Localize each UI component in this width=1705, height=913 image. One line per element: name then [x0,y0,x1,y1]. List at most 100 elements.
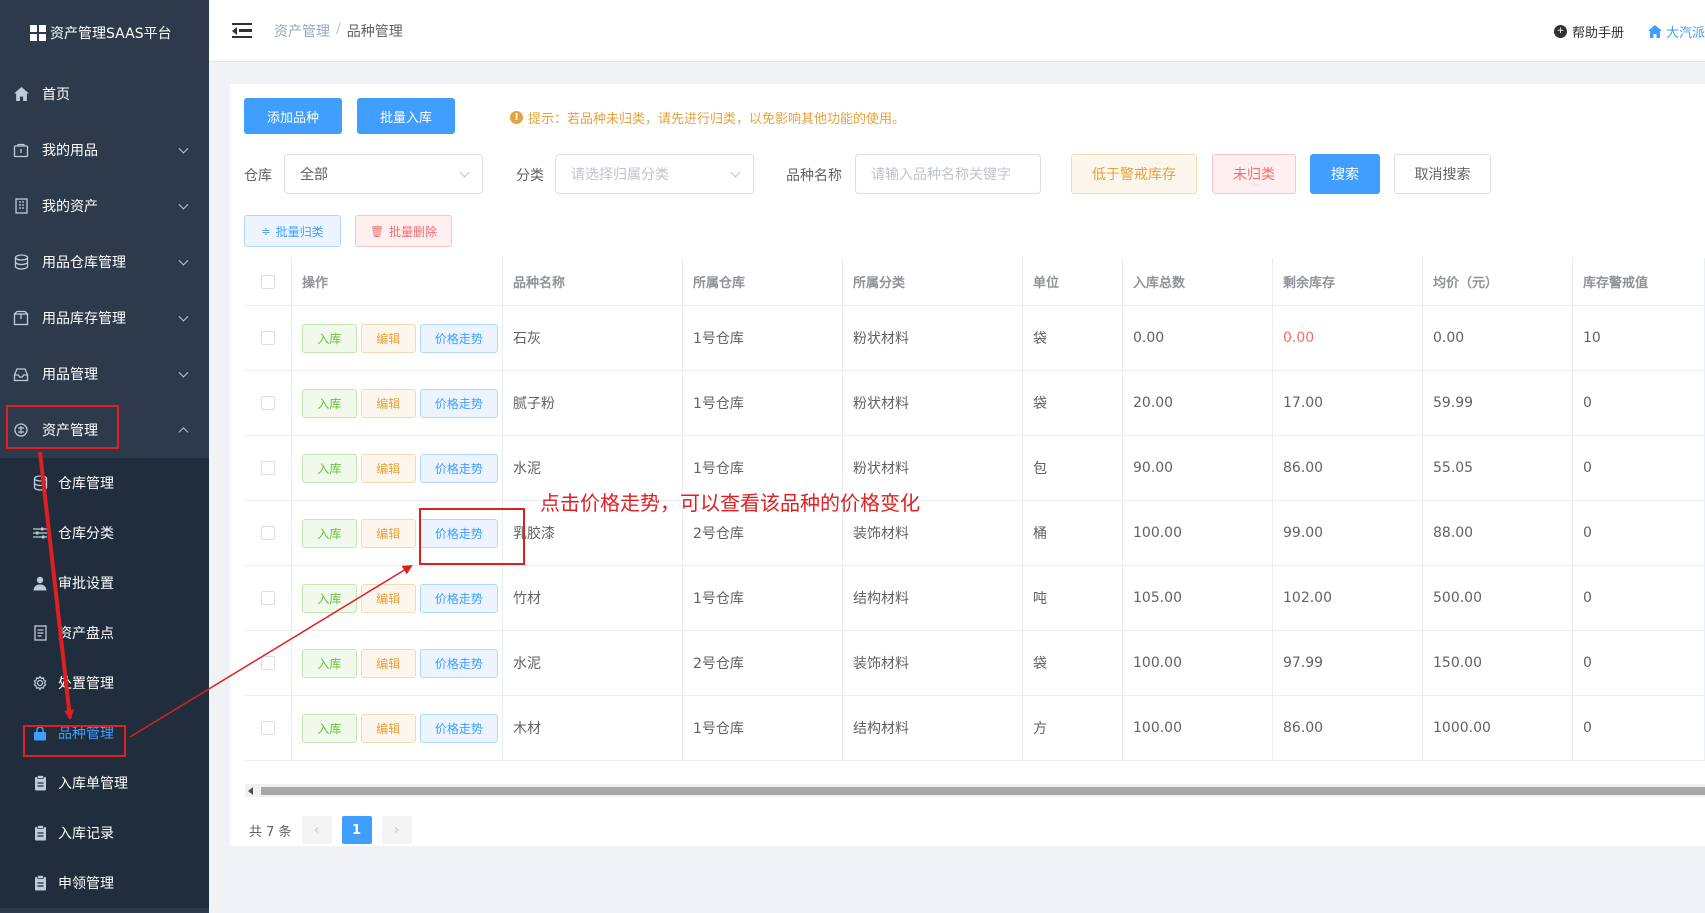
submenu-item-8[interactable]: 申领管理 [0,858,209,908]
cell-name: 木材 [503,696,683,760]
cell-warehouse: 2号仓库 [683,631,843,695]
chevron-down-icon [178,199,189,210]
warehouse-select[interactable]: 全部 [284,154,483,194]
sidebar-item-2[interactable]: 我的资产 [0,178,209,234]
submenu-item-4[interactable]: 处置管理 [0,658,209,708]
clipboard-icon [32,775,48,791]
breadcrumb-item[interactable]: 资产管理 [274,21,330,41]
stock-in-button[interactable]: 入库 [302,648,357,678]
sidebar-item-5[interactable]: 用品管理 [0,346,209,402]
stock-in-button[interactable]: 入库 [302,323,357,353]
price-trend-button[interactable]: 价格走势 [419,583,499,613]
sidebar-item-1[interactable]: 我的用品 [0,122,209,178]
cancel-search-button[interactable]: 取消搜索 [1394,154,1491,194]
info-icon: ! [510,110,523,124]
cell-category: 结构材料 [843,696,1023,760]
edit-button[interactable]: 编辑 [360,388,416,418]
user-menu[interactable]: 大汽派 [1647,22,1705,41]
row-checkbox[interactable] [261,656,275,670]
prev-page-button[interactable]: ‹ [301,816,332,844]
row-checkbox[interactable] [261,331,275,345]
category-select[interactable]: 请选择归属分类 [555,154,754,194]
cell-total: 100.00 [1123,631,1273,695]
home-icon [1647,24,1662,38]
add-variety-button[interactable]: 添加品种 [244,98,342,134]
row-checkbox[interactable] [261,721,275,735]
submenu-item-2[interactable]: 审批设置 [0,558,209,608]
user-icon [32,575,48,591]
chevron-down-icon [730,167,741,178]
submenu-item-label: 审批设置 [58,576,114,592]
unclassified-filter-button[interactable]: 未归类 [1212,154,1296,194]
cell-remaining: 97.99 [1273,631,1423,695]
edit-button[interactable]: 编辑 [360,583,416,613]
home-icon [12,85,30,103]
batch-classify-button[interactable]: ≑ 批量归类 [244,215,341,247]
price-trend-button[interactable]: 价格走势 [419,648,499,678]
next-page-button[interactable]: › [381,816,412,844]
row-checkbox[interactable] [261,591,275,605]
chevron-down-icon [178,143,189,154]
bag-icon [12,141,30,159]
row-checkbox[interactable] [261,461,275,475]
chevron-down-icon [459,167,470,178]
submenu-item-3[interactable]: 资产盘点 [0,608,209,658]
breadcrumb: 资产管理 / 品种管理 [274,20,403,41]
sidebar-item-4[interactable]: 用品库存管理 [0,290,209,346]
warehouse-label: 仓库 [244,168,272,184]
stock-in-button[interactable]: 入库 [302,388,357,418]
select-all-checkbox[interactable] [261,274,275,289]
building-icon [12,197,30,215]
sidebar-item-0[interactable]: 首页 [0,66,209,122]
chevron-down-icon [178,311,189,322]
menu-toggle-icon[interactable] [232,22,252,39]
sidebar-item-3[interactable]: 用品仓库管理 [0,234,209,290]
cell-remaining: 86.00 [1273,696,1423,760]
submenu-item-7[interactable]: 入库记录 [0,808,209,858]
name-search-input[interactable]: 请输入品种名称关键字 [855,154,1041,194]
batch-in-button[interactable]: 批量入库 [357,98,455,134]
edit-button[interactable]: 编辑 [360,453,416,483]
batch-delete-button[interactable]: 🗑 批量删除 [355,215,452,247]
tip-message: ! 提示：若品种未归类，请先进行归类，以免影响其他功能的使用。 [510,108,906,127]
cell-alert: 10 [1573,306,1705,370]
scroll-left-icon[interactable] [248,787,253,795]
price-trend-button[interactable]: 价格走势 [419,323,499,353]
stock-in-button[interactable]: 入库 [302,453,357,483]
app-logo[interactable]: 资产管理SAAS平台 [0,0,209,66]
sliders-icon: ≑ [261,224,271,238]
edit-button[interactable]: 编辑 [360,323,416,353]
box-icon [12,309,30,327]
submenu-item-label: 入库记录 [58,826,114,842]
price-trend-button[interactable]: 价格走势 [419,713,499,743]
search-button[interactable]: 搜索 [1310,154,1380,194]
price-trend-button[interactable]: 价格走势 [419,453,499,483]
edit-button[interactable]: 编辑 [360,648,416,678]
edit-button[interactable]: 编辑 [360,713,416,743]
low-stock-filter-button[interactable]: 低于警戒库存 [1071,154,1197,194]
submenu-item-0[interactable]: 仓库管理 [0,458,209,508]
highlight-asset-management [6,405,119,449]
stock-in-button[interactable]: 入库 [302,713,357,743]
price-trend-button[interactable]: 价格走势 [419,388,499,418]
row-checkbox[interactable] [261,526,275,540]
submenu-item-1[interactable]: 仓库分类 [0,508,209,558]
cell-unit: 袋 [1023,306,1123,370]
stock-in-button[interactable]: 入库 [302,583,357,613]
batch-delete-label: 批量删除 [388,224,437,239]
table-horizontal-scrollbar[interactable] [245,784,1705,797]
sidebar-item-label: 用品仓库管理 [42,255,126,271]
cell-category: 粉状材料 [843,371,1023,435]
help-link[interactable]: + 帮助手册 [1553,22,1624,41]
row-checkbox[interactable] [261,396,275,410]
table-row: 入库 编辑 价格走势 石灰 1号仓库 粉状材料袋 0.00 0.00 0.00 10 [245,306,1705,371]
edit-button[interactable]: 编辑 [360,518,416,548]
submenu-item-6[interactable]: 入库单管理 [0,758,209,808]
cell-category: 装饰材料 [843,631,1023,695]
submenu-item-label: 处置管理 [58,676,114,692]
stock-in-button[interactable]: 入库 [302,518,357,548]
table-row: 入库 编辑 价格走势 木材 1号仓库 结构材料方 100.00 86.00 1000.00 0 [245,696,1705,761]
scroll-thumb[interactable] [261,787,1705,795]
tip-text: 提示：若品种未归类，请先进行归类，以免影响其他功能的使用。 [528,111,906,127]
page-number-button[interactable]: 1 [341,816,372,844]
